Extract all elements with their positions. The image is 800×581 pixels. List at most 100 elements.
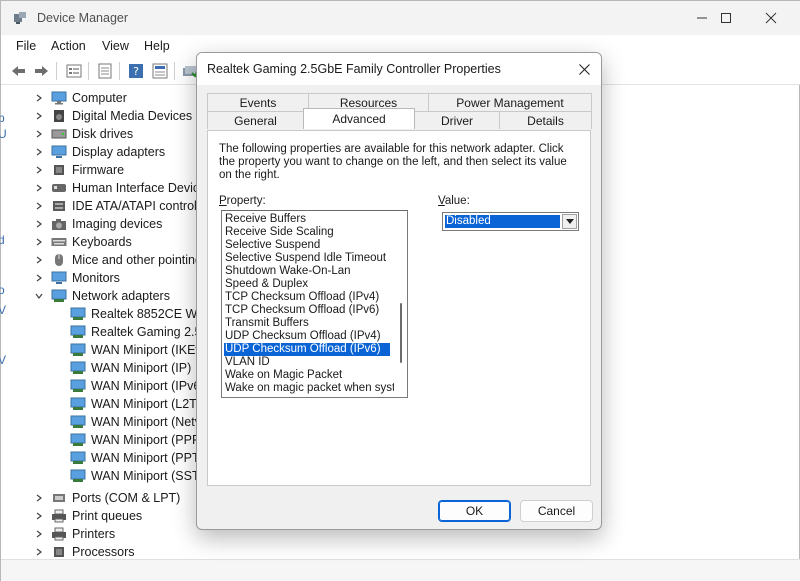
tree-item-monitors[interactable]: Monitors — [34, 269, 120, 287]
tree-item-disk-drives[interactable]: Disk drives — [34, 125, 133, 143]
property-list[interactable]: Receive Buffers Receive Side Scaling Sel… — [221, 210, 408, 398]
property-item[interactable]: Receive Buffers — [224, 213, 394, 226]
network-adapter-icon — [70, 307, 86, 321]
scrollbar-thumb[interactable] — [400, 303, 402, 363]
tree-item-human-interface-device[interactable]: Human Interface Device — [34, 179, 206, 197]
tab-power-management[interactable]: Power Management — [428, 93, 592, 111]
chevron-right-icon[interactable] — [34, 255, 44, 265]
tree-item-adapter[interactable]: WAN Miniport (Netv — [70, 413, 201, 431]
tree-item-printers[interactable]: Printers — [34, 525, 115, 543]
close-button[interactable] — [748, 1, 794, 35]
value-dropdown[interactable]: Disabled — [442, 212, 579, 231]
property-item[interactable]: TCP Checksum Offload (IPv6) — [224, 304, 394, 317]
back-button[interactable] — [10, 62, 28, 80]
property-item[interactable]: Receive Side Scaling — [224, 226, 394, 239]
tree-horizontal-scrollbar[interactable] — [1, 559, 800, 581]
chevron-right-icon[interactable] — [34, 273, 44, 283]
chevron-right-icon[interactable] — [34, 93, 44, 103]
tree-item-adapter[interactable]: WAN Miniport (IP) — [70, 359, 191, 377]
tree-item-ide-controllers[interactable]: IDE ATA/ATAPI controlle — [34, 197, 207, 215]
tree-item-computer[interactable]: Computer — [34, 89, 127, 107]
property-item[interactable]: TCP Checksum Offload (IPv4) — [224, 291, 394, 304]
tree-item-adapter[interactable]: Realtek Gaming 2.5G — [70, 323, 211, 341]
menu-action[interactable]: Action — [51, 39, 86, 53]
chevron-right-icon[interactable] — [34, 511, 44, 521]
disk-icon — [51, 127, 67, 141]
tree-item-network-adapters[interactable]: Network adapters — [34, 287, 170, 305]
tree-item-adapter[interactable]: WAN Miniport (SSTF — [70, 467, 207, 485]
cancel-button[interactable]: Cancel — [520, 500, 593, 522]
property-item[interactable]: Transmit Buffers — [224, 317, 394, 330]
property-item[interactable]: Selective Suspend Idle Timeout — [224, 252, 394, 265]
property-item-selected[interactable]: UDP Checksum Offload (IPv6) — [224, 343, 390, 356]
tree-item-mice[interactable]: Mice and other pointing — [34, 251, 202, 269]
tree-vertical-scrollbar[interactable] — [787, 87, 799, 559]
property-list-scrollbar[interactable] — [395, 211, 407, 397]
tree-item-adapter[interactable]: WAN Miniport (IPv6 — [70, 377, 200, 395]
tab-label: Advanced — [332, 112, 386, 126]
help-button[interactable]: ? — [127, 62, 145, 80]
chevron-right-icon[interactable] — [34, 547, 44, 557]
tree-item-imaging-devices[interactable]: Imaging devices — [34, 215, 162, 233]
maximize-button[interactable] — [703, 1, 749, 35]
chip-icon — [51, 163, 67, 177]
tab-advanced[interactable]: Advanced — [303, 108, 415, 129]
chevron-right-icon[interactable] — [34, 147, 44, 157]
tab-label: Details — [527, 113, 564, 128]
view-button[interactable] — [151, 62, 169, 80]
tree-item-firmware[interactable]: Firmware — [34, 161, 124, 179]
chevron-right-icon[interactable] — [34, 529, 44, 539]
ok-button[interactable]: OK — [438, 500, 511, 522]
tree-item-label: Realtek Gaming 2.5G — [91, 325, 212, 339]
property-item[interactable]: Shutdown Wake-On-Lan — [224, 265, 394, 278]
chevron-right-icon[interactable] — [34, 183, 44, 193]
list-button[interactable] — [96, 62, 114, 80]
property-item[interactable]: Speed & Duplex — [224, 278, 394, 291]
chevron-right-icon[interactable] — [34, 111, 44, 121]
chevron-right-icon[interactable] — [34, 219, 44, 229]
tree-item-adapter[interactable]: WAN Miniport (IKEv — [70, 341, 202, 359]
chevron-right-icon[interactable] — [34, 237, 44, 247]
tree-item-label: WAN Miniport (SSTF — [91, 469, 208, 483]
tree-item-adapter[interactable]: WAN Miniport (L2TF — [70, 395, 204, 413]
tree-item-print-queues[interactable]: Print queues — [34, 507, 142, 525]
properties-button[interactable] — [65, 62, 83, 80]
tree-item-digital-media-devices[interactable]: Digital Media Devices — [34, 107, 192, 125]
property-item[interactable]: Selective Suspend — [224, 239, 394, 252]
property-item[interactable]: UDP Checksum Offload (IPv4) — [224, 330, 394, 343]
forward-button[interactable] — [32, 62, 50, 80]
tab-driver[interactable]: Driver — [414, 111, 500, 129]
network-adapter-icon — [70, 469, 86, 483]
monitor-icon — [51, 145, 67, 159]
property-item[interactable]: VLAN ID — [224, 356, 394, 369]
menu-view[interactable]: View — [102, 39, 129, 53]
chevron-down-icon[interactable] — [34, 291, 44, 301]
value-label-text: alue: — [444, 195, 470, 207]
chevron-right-icon[interactable] — [34, 129, 44, 139]
tree-item-ports[interactable]: Ports (COM & LPT) — [34, 489, 180, 507]
tab-events[interactable]: Events — [207, 93, 309, 111]
tree-item-processors[interactable]: Processors — [34, 543, 135, 559]
chevron-down-icon — [565, 219, 574, 224]
tree-item-keyboards[interactable]: Keyboards — [34, 233, 132, 251]
tree-item-adapter[interactable]: WAN Miniport (PPTI — [70, 449, 203, 467]
network-adapter-icon — [70, 451, 86, 465]
tree-item-adapter[interactable]: WAN Miniport (PPP — [70, 431, 200, 449]
network-adapter-icon — [70, 361, 86, 375]
tab-general[interactable]: General — [207, 111, 304, 129]
tree-item-display-adapters[interactable]: Display adapters — [34, 143, 165, 161]
dialog-close-button[interactable] — [567, 53, 601, 85]
tree-item-label: WAN Miniport (IP) — [91, 361, 192, 375]
menu-help[interactable]: Help — [144, 39, 170, 53]
property-item[interactable]: Wake on magic packet when syste — [224, 382, 394, 395]
chevron-right-icon[interactable] — [34, 165, 44, 175]
tab-details[interactable]: Details — [499, 111, 592, 129]
dropdown-arrow-button[interactable] — [562, 214, 577, 229]
tree-item-adapter[interactable]: Realtek 8852CE WiFi — [70, 305, 211, 323]
tree-item-label: Digital Media Devices — [72, 109, 193, 123]
property-item[interactable]: Wake on Magic Packet — [224, 369, 394, 382]
chevron-right-icon[interactable] — [34, 201, 44, 211]
menu-file[interactable]: File — [16, 39, 36, 53]
tree-item-label: Print queues — [72, 509, 143, 523]
chevron-right-icon[interactable] — [34, 493, 44, 503]
